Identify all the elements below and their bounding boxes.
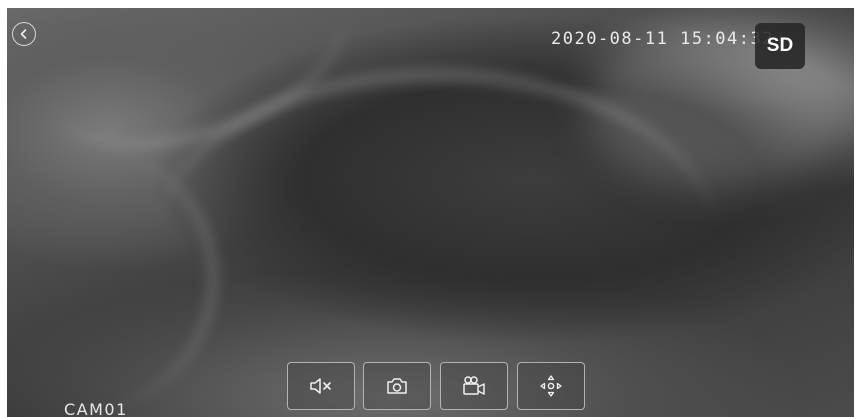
chevron-left-icon (20, 29, 27, 39)
record-button[interactable] (440, 362, 508, 410)
timestamp-overlay: 2020-08-11 15:04:32 (551, 29, 774, 49)
video-camera-icon (463, 376, 485, 395)
direction-pad-icon (540, 375, 562, 397)
camera-name-label: CAM01 (64, 400, 128, 417)
snapshot-button[interactable] (363, 362, 431, 410)
ptz-button[interactable] (517, 362, 585, 410)
camera-live-view: 2020-08-11 15:04:32 SD CAM01 (0, 0, 861, 417)
back-button[interactable] (12, 22, 36, 46)
speaker-muted-icon (310, 378, 331, 394)
quality-label: SD (766, 35, 794, 56)
quality-toggle-button[interactable]: SD (755, 23, 805, 69)
camera-icon (387, 378, 407, 394)
mute-button[interactable] (287, 362, 355, 410)
video-feed[interactable] (7, 8, 854, 417)
